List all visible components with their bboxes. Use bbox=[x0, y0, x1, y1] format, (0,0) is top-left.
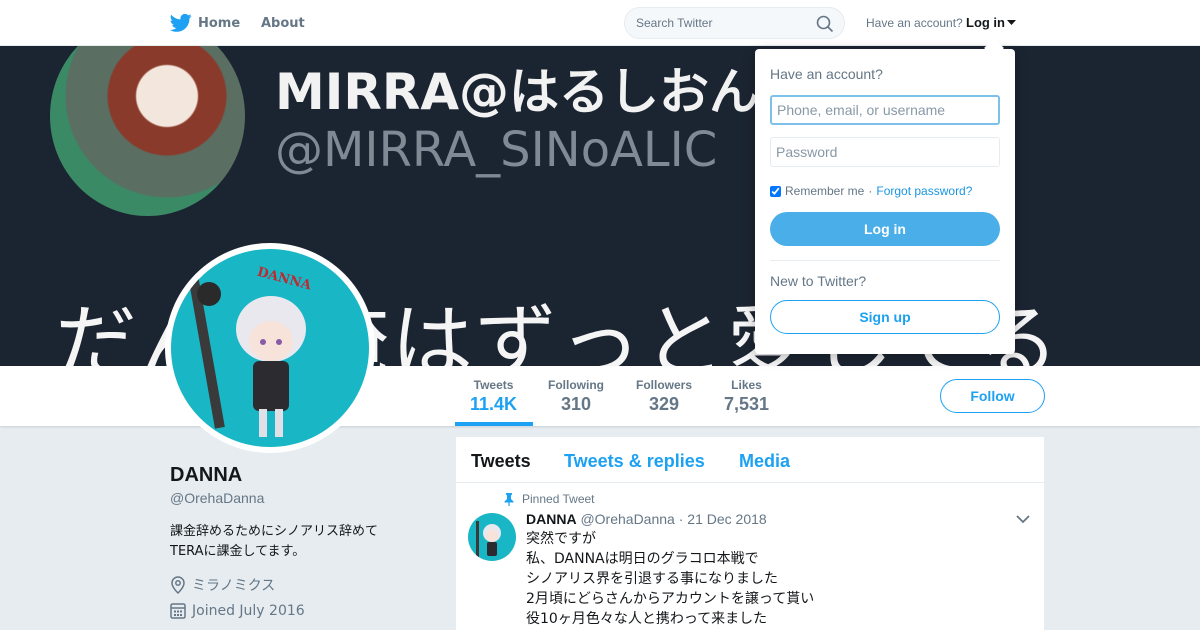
new-to-twitter-text: New to Twitter? bbox=[770, 273, 867, 289]
caret-down-icon bbox=[1007, 19, 1016, 25]
remember-me-checkbox[interactable] bbox=[770, 185, 781, 197]
stat-value: 7,531 bbox=[724, 394, 770, 414]
tweet-date[interactable]: · 21 Dec 2018 bbox=[679, 511, 767, 527]
tweet-avatar[interactable] bbox=[468, 513, 516, 561]
tab-tweets-replies[interactable]: Tweets & replies bbox=[564, 451, 705, 472]
stat-label: Likes bbox=[731, 378, 762, 392]
tweet-header: DANNA @OrehaDanna · 21 Dec 2018 bbox=[526, 511, 767, 527]
location-pin-icon bbox=[171, 576, 185, 594]
follow-button[interactable]: Follow bbox=[940, 379, 1045, 413]
banner-handle-text: @MIRRA_SINoALIC bbox=[275, 122, 718, 178]
tweet-line: 役10ヶ月色々な人と携わって来ました bbox=[526, 611, 768, 627]
profile-bio: 課金辞めるためにシノアリス辞めて TERAに課金してます。 bbox=[170, 522, 430, 562]
login-dropdown-title: Have an account? bbox=[770, 66, 883, 82]
profile-avatar[interactable]: DANNA bbox=[165, 243, 375, 453]
password-field[interactable] bbox=[770, 137, 1000, 167]
avatar-text: DANNA bbox=[255, 265, 313, 294]
forgot-password-link[interactable]: Forgot password? bbox=[876, 184, 972, 198]
tweet-avatar-illustration bbox=[476, 521, 501, 557]
twitter-bird-icon bbox=[170, 13, 192, 32]
pinned-label-text: Pinned Tweet bbox=[522, 492, 595, 506]
profile-joined: Joined July 2016 bbox=[170, 602, 305, 619]
top-navigation-bar: Home About Have an account? Log in bbox=[0, 0, 1200, 46]
profile-location: ミラノミクス bbox=[170, 575, 275, 595]
pinned-tweet-label: Pinned Tweet bbox=[504, 492, 595, 506]
divider bbox=[770, 260, 1000, 261]
login-dropdown-toggle[interactable]: Log in bbox=[966, 15, 1016, 30]
login-button[interactable]: Log in bbox=[770, 212, 1000, 246]
stat-following[interactable]: Following 310 bbox=[548, 378, 604, 415]
search-input[interactable] bbox=[636, 14, 806, 32]
login-toggle-label: Log in bbox=[966, 15, 1005, 30]
tab-media[interactable]: Media bbox=[739, 451, 790, 472]
search-icon[interactable] bbox=[816, 15, 834, 33]
tweet-line: 私、DANNAは明日のグラコロ本戦で bbox=[526, 551, 759, 567]
active-tab-underline bbox=[455, 422, 533, 426]
stat-value: 310 bbox=[560, 394, 592, 414]
stat-value: 329 bbox=[648, 394, 680, 414]
tweet-menu-chevron-icon[interactable] bbox=[1016, 515, 1030, 524]
tweet-author-handle[interactable]: @OrehaDanna bbox=[580, 511, 674, 527]
stat-value: 11.4K bbox=[470, 394, 518, 414]
calendar-icon bbox=[170, 603, 186, 619]
nav-about-link[interactable]: About bbox=[261, 16, 305, 31]
remember-me-label[interactable]: Remember me bbox=[785, 184, 864, 198]
tweet-line: シノアリス界を引退する事になりました bbox=[526, 571, 778, 587]
separator-dot: · bbox=[868, 184, 873, 198]
banner-character-image bbox=[50, 46, 245, 216]
tweet-line: 2月頃にどらさんからアカウントを譲って貰い bbox=[526, 591, 815, 607]
stat-label: Following bbox=[548, 378, 604, 392]
avatar-image: DANNA bbox=[171, 249, 369, 447]
nav-home-link[interactable]: Home bbox=[170, 13, 240, 33]
profile-handle[interactable]: @OrehaDanna bbox=[170, 490, 264, 506]
bio-line: TERAに課金してます。 bbox=[170, 544, 306, 559]
stat-followers[interactable]: Followers 329 bbox=[636, 378, 692, 415]
search-box[interactable] bbox=[624, 7, 845, 39]
stat-label: Followers bbox=[636, 378, 693, 392]
nav-home-label: Home bbox=[198, 15, 241, 31]
banner-title-text: MIRRA@はるしおん bbox=[275, 63, 760, 121]
stat-label: Tweets bbox=[473, 378, 514, 392]
timeline-tabs: Tweets Tweets & replies Media bbox=[456, 437, 1044, 483]
timeline: Tweets Tweets & replies Media Pinned Twe… bbox=[456, 437, 1044, 630]
tweet-text: 突然ですが 私、DANNAは明日のグラコロ本戦で シノアリス界を引退する事になり… bbox=[526, 529, 1006, 629]
pin-icon bbox=[504, 492, 514, 506]
tab-tweets[interactable]: Tweets bbox=[471, 451, 531, 472]
location-text: ミラノミクス bbox=[192, 578, 276, 594]
have-account-text: Have an account? bbox=[866, 16, 963, 30]
stat-likes[interactable]: Likes 7,531 bbox=[724, 378, 769, 415]
profile-name[interactable]: DANNA bbox=[170, 464, 242, 487]
login-dropdown: Have an account? Remember me · Forgot pa… bbox=[755, 49, 1015, 354]
username-field[interactable] bbox=[770, 95, 1000, 125]
bio-line: 課金辞めるためにシノアリス辞めて bbox=[170, 524, 379, 539]
tweet-author-name[interactable]: DANNA bbox=[526, 511, 577, 527]
remember-me-row: Remember me · Forgot password? bbox=[770, 184, 972, 198]
joined-text: Joined July 2016 bbox=[192, 602, 305, 619]
avatar-character-illustration: DANNA bbox=[188, 265, 314, 437]
stat-tweets[interactable]: Tweets 11.4K bbox=[470, 378, 517, 415]
tweet-line: 突然ですが bbox=[526, 531, 596, 547]
signup-button[interactable]: Sign up bbox=[770, 300, 1000, 334]
